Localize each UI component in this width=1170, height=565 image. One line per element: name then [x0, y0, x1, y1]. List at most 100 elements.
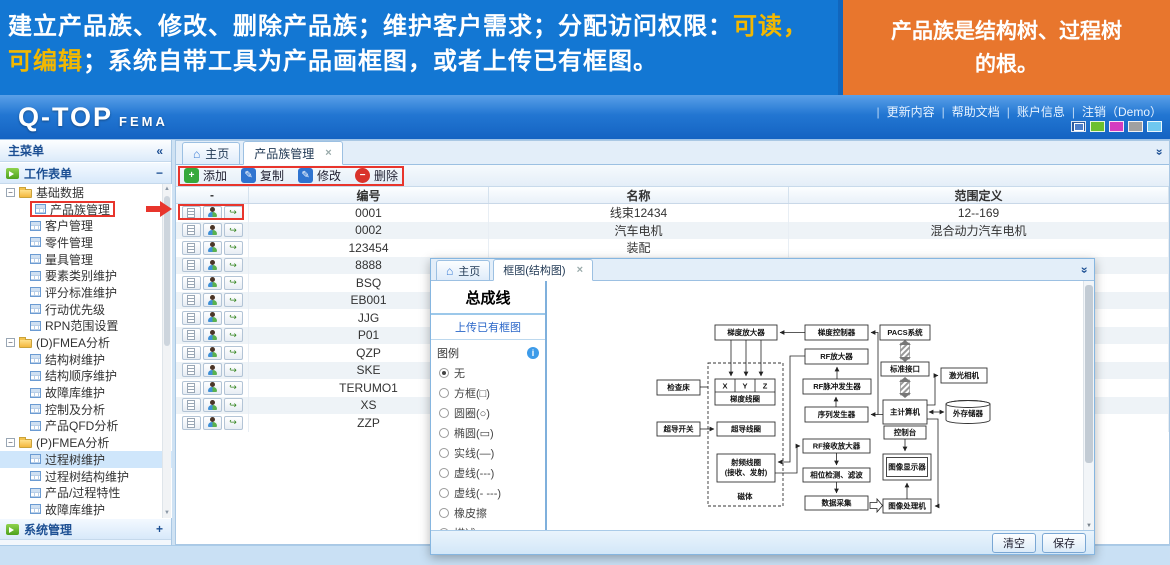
header-range[interactable]: 范围定义 [789, 187, 1169, 203]
theme-swatch[interactable] [1071, 121, 1086, 132]
radio-button[interactable] [439, 408, 449, 418]
tree-folder[interactable]: −(D)FMEA分析 [0, 334, 172, 351]
radio-button[interactable] [439, 468, 449, 478]
edit-button[interactable]: ✎修改 [298, 167, 341, 184]
header-link[interactable]: 账户信息 [1017, 103, 1065, 120]
expander-icon[interactable]: − [6, 188, 15, 197]
legend-option[interactable]: 无 [431, 363, 545, 383]
sidebar-section-system[interactable]: 系统管理 + [0, 518, 171, 540]
tree-item[interactable]: 故障库维护 [0, 384, 172, 401]
header-link[interactable]: 更新内容 [887, 103, 935, 120]
tree-item[interactable]: 行动优先级 [0, 301, 172, 318]
save-button[interactable]: 保存 [1042, 533, 1086, 553]
row-user-button[interactable] [203, 258, 222, 272]
info-icon[interactable]: i [527, 347, 539, 359]
tree-item[interactable]: 量具管理 [0, 251, 172, 268]
tree-item[interactable]: 产品QFD分析 [0, 418, 172, 435]
tree-item[interactable]: 要素类别维护 [0, 267, 172, 284]
table-row[interactable]: ↪0002汽车电机混合动力汽车电机 [176, 222, 1169, 240]
row-user-button[interactable] [203, 293, 222, 307]
row-share-button[interactable]: ↪ [224, 276, 243, 290]
row-user-button[interactable] [203, 223, 222, 237]
tree-item[interactable]: 故障库维护 [0, 501, 172, 518]
radio-button[interactable] [439, 368, 449, 378]
table-row[interactable]: ↪123454装配 [176, 239, 1169, 257]
row-doc-button[interactable] [182, 398, 201, 412]
theme-swatch[interactable] [1090, 121, 1105, 132]
radio-button[interactable] [439, 508, 449, 518]
legend-option[interactable]: 实线(—) [431, 443, 545, 463]
row-user-button[interactable] [203, 311, 222, 325]
row-share-button[interactable]: ↪ [224, 293, 243, 307]
scrollbar-thumb[interactable] [164, 196, 170, 346]
legend-option[interactable]: 方框(□) [431, 383, 545, 403]
tabbar-collapse-icon[interactable]: « [1152, 149, 1166, 156]
row-share-button[interactable]: ↪ [224, 328, 243, 342]
row-user-button[interactable] [203, 416, 222, 430]
tree-item[interactable]: 评分标准维护 [0, 284, 172, 301]
theme-swatch[interactable] [1128, 121, 1143, 132]
row-user-button[interactable] [203, 381, 222, 395]
theme-swatch[interactable] [1147, 121, 1162, 132]
row-user-button[interactable] [203, 241, 222, 255]
row-user-button[interactable] [203, 398, 222, 412]
diagram-canvas[interactable]: 梯度放大器 梯度控制器 PACS系统 RF放大器 标准接口 激光相机 检查床 X… [547, 281, 1094, 530]
tab-home[interactable]: ⌂ 主页 [182, 142, 240, 164]
row-doc-button[interactable] [182, 241, 201, 255]
row-doc-button[interactable] [182, 206, 201, 220]
row-share-button[interactable]: ↪ [224, 416, 243, 430]
radio-button[interactable] [439, 388, 449, 398]
scrollbar-thumb[interactable] [1085, 285, 1093, 463]
sidebar-scrollbar[interactable]: ▲ ▼ [162, 184, 171, 518]
delete-button[interactable]: −删除 [355, 167, 398, 184]
tree-item[interactable]: 零件管理 [0, 234, 172, 251]
sidebar-collapse-icon[interactable]: « [156, 144, 163, 158]
row-doc-button[interactable] [182, 258, 201, 272]
tree-item[interactable]: 客户管理 [0, 217, 172, 234]
row-share-button[interactable]: ↪ [224, 206, 243, 220]
upload-diagram-link[interactable]: 上传已有框图 [431, 315, 545, 340]
clear-button[interactable]: 清空 [992, 533, 1036, 553]
radio-button[interactable] [439, 428, 449, 438]
row-doc-button[interactable] [182, 293, 201, 307]
row-share-button[interactable]: ↪ [224, 346, 243, 360]
tree-item[interactable]: 结构树维护 [0, 351, 172, 368]
row-doc-button[interactable] [182, 416, 201, 430]
table-row[interactable]: ↪0001线束1243412--169 [176, 204, 1169, 222]
theme-swatch[interactable] [1109, 121, 1124, 132]
legend-option[interactable]: 虚线(- ---) [431, 483, 545, 503]
add-button[interactable]: +添加 [184, 167, 227, 184]
header-code[interactable]: 编号 [249, 187, 489, 203]
tree-folder[interactable]: −(P)FMEA分析 [0, 434, 172, 451]
row-doc-button[interactable] [182, 311, 201, 325]
dialog-tabbar-collapse-icon[interactable]: « [1077, 267, 1091, 274]
scroll-up-icon[interactable]: ▲ [163, 186, 171, 192]
row-doc-button[interactable] [182, 328, 201, 342]
scroll-down-icon[interactable]: ▼ [163, 510, 171, 516]
canvas-scrollbar[interactable]: ▼ [1083, 281, 1094, 530]
tree-folder[interactable]: −基础数据 [0, 184, 172, 201]
close-icon[interactable]: × [325, 147, 331, 159]
radio-button[interactable] [439, 448, 449, 458]
legend-option[interactable]: 虚线(---) [431, 463, 545, 483]
row-share-button[interactable]: ↪ [224, 241, 243, 255]
expander-icon[interactable]: − [6, 438, 15, 447]
row-share-button[interactable]: ↪ [224, 311, 243, 325]
row-doc-button[interactable] [182, 276, 201, 290]
radio-button[interactable] [439, 488, 449, 498]
close-icon[interactable]: × [577, 264, 583, 276]
tree-item[interactable]: 过程树结构维护 [0, 468, 172, 485]
header-name[interactable]: 名称 [489, 187, 789, 203]
row-share-button[interactable]: ↪ [224, 363, 243, 377]
tree-item[interactable]: RPN范围设置 [0, 318, 172, 335]
dialog-tab-diagram[interactable]: 框图(结构图) × [493, 259, 593, 281]
legend-option[interactable]: 圆圈(○) [431, 403, 545, 423]
header-actions[interactable]: - [176, 187, 249, 203]
row-doc-button[interactable] [182, 346, 201, 360]
row-share-button[interactable]: ↪ [224, 381, 243, 395]
tab-product-family[interactable]: 产品族管理 × [243, 141, 342, 165]
sidebar-section-worksheets[interactable]: 工作表单 − [0, 162, 171, 184]
tree-item[interactable]: 结构顺序维护 [0, 368, 172, 385]
row-user-button[interactable] [203, 346, 222, 360]
legend-option[interactable]: 橡皮擦 [431, 503, 545, 523]
